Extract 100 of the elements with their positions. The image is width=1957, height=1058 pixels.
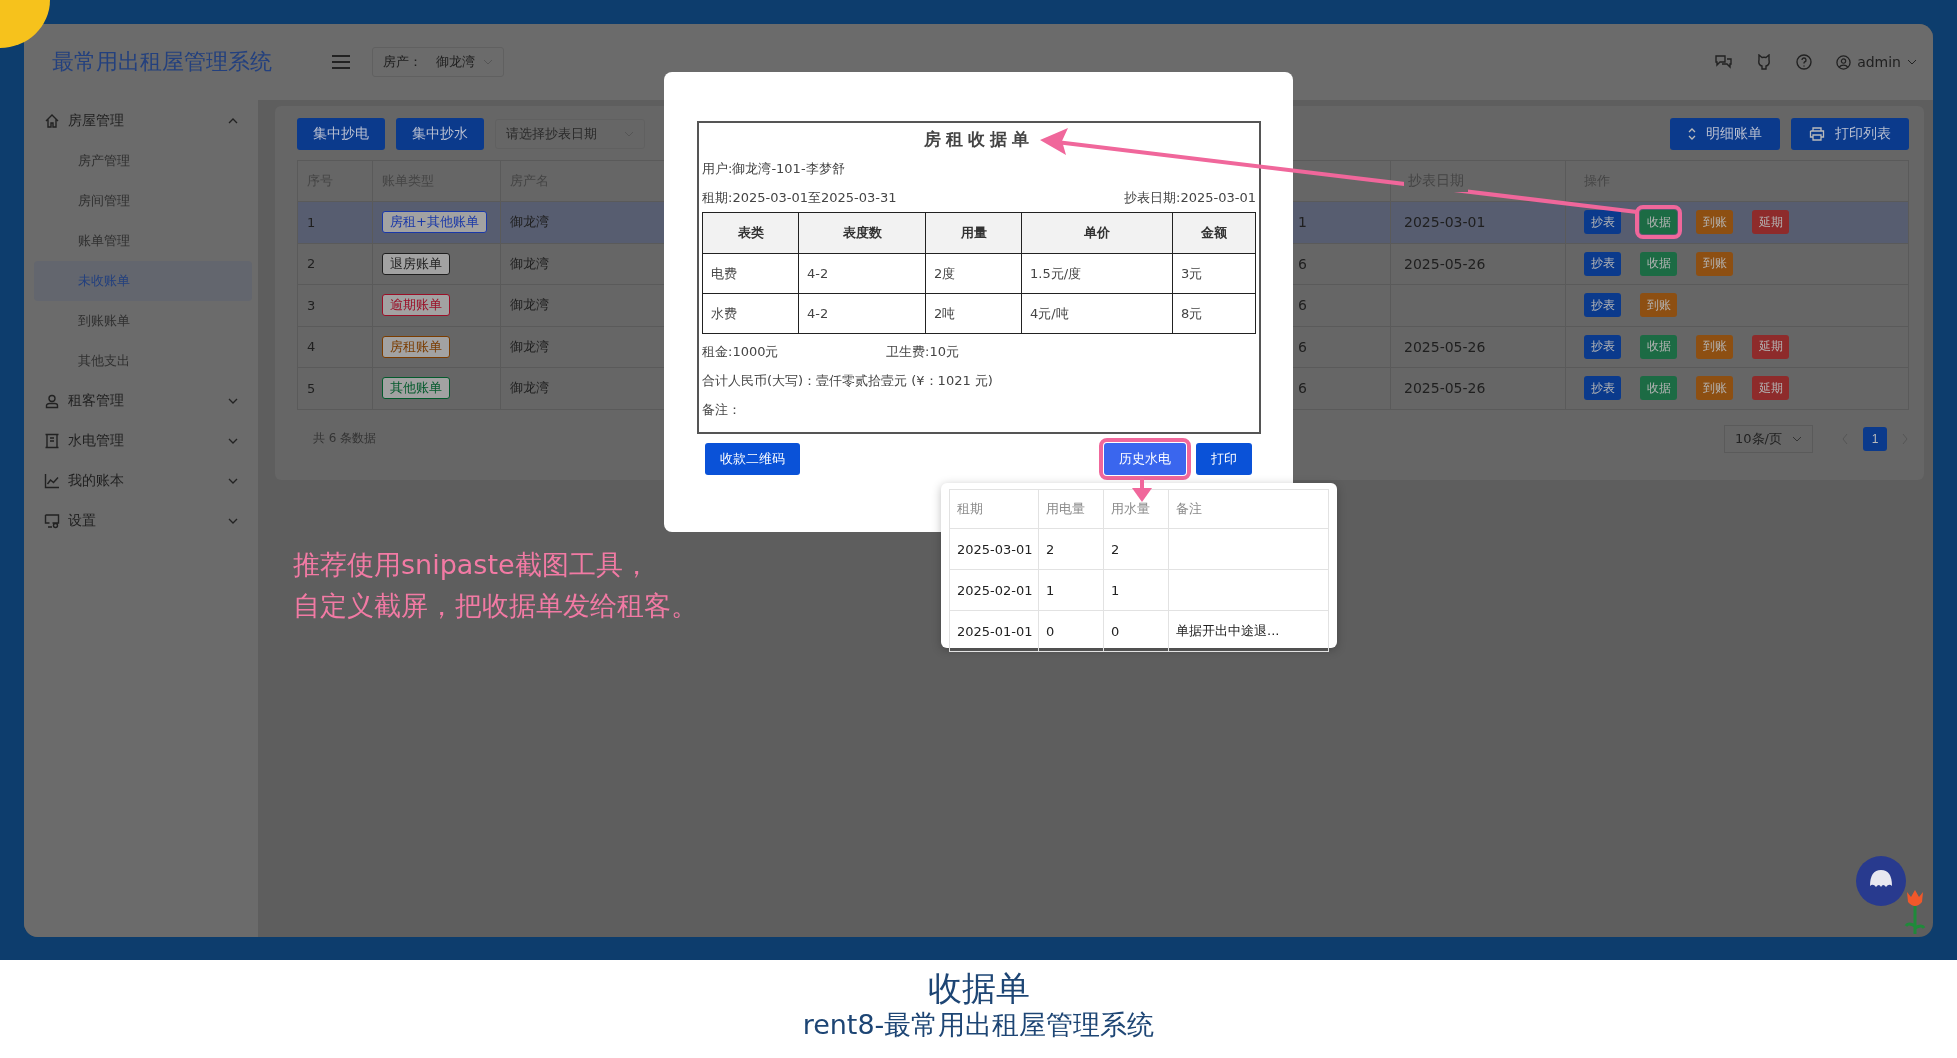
caption-title: 收据单: [927, 968, 1030, 1008]
action-button[interactable]: 到账: [1640, 293, 1677, 318]
table-cell: 2: [1111, 541, 1120, 557]
action-button[interactable]: 抄表: [1584, 210, 1621, 235]
dialog-button[interactable]: 收款二维码: [705, 443, 800, 475]
table-cell: 1.5元/度: [1021, 253, 1173, 294]
chevron-icon: [228, 438, 238, 444]
chevron-icon: [228, 398, 238, 404]
sidebar-item[interactable]: 设置: [24, 501, 258, 541]
toolbar-button[interactable]: 集中抄电: [297, 118, 385, 150]
printer-icon: [1809, 127, 1825, 141]
table-cell: 3元: [1172, 253, 1256, 294]
cat-head-icon[interactable]: [1756, 54, 1773, 70]
column-header: 租期: [949, 489, 1039, 529]
table-cell: 水费: [702, 293, 799, 334]
annotation-arrow: [1132, 478, 1152, 502]
property-select[interactable]: 房产： 御龙湾: [372, 47, 504, 77]
receipt-user: 用户:御龙湾-101-李梦舒: [702, 159, 845, 178]
table-cell: 6: [1298, 297, 1307, 314]
bill-type-tag: 房租+其他账单: [382, 211, 487, 234]
column-header: 备注: [1168, 489, 1329, 529]
table-cell: 5: [307, 380, 316, 396]
table-cell: 2度: [925, 253, 1022, 294]
action-button[interactable]: 抄表: [1584, 334, 1621, 359]
toolbar-button[interactable]: 打印列表: [1791, 118, 1909, 150]
action-button[interactable]: 抄表: [1584, 376, 1621, 401]
chat-icon[interactable]: [1714, 54, 1733, 70]
sidebar-item[interactable]: 房屋管理: [24, 101, 258, 141]
table-cell: 御龙湾: [510, 254, 549, 273]
table-cell: 6: [1298, 255, 1307, 272]
action-button[interactable]: 抄表: [1584, 293, 1621, 318]
page-button[interactable]: 1: [1863, 426, 1887, 451]
table-cell: 御龙湾: [510, 337, 549, 356]
table-cell: 2025-03-01: [1404, 214, 1486, 231]
column-header: 表度数: [798, 212, 926, 254]
table-cell: 2025-05-26: [1404, 255, 1486, 272]
action-button[interactable]: 到账: [1696, 210, 1733, 235]
table-cell: 御龙湾: [510, 213, 549, 232]
toolbar-button[interactable]: 明细账单: [1670, 118, 1780, 150]
sidebar-item[interactable]: 水电管理: [24, 421, 258, 461]
table-cell: 2025-01-01: [957, 623, 1033, 639]
help-icon[interactable]: [1796, 54, 1813, 70]
action-button[interactable]: 延期: [1752, 334, 1789, 359]
table-cell: 6: [1298, 380, 1307, 397]
action-button[interactable]: 抄表: [1584, 251, 1621, 276]
table-cell: 4: [307, 339, 316, 355]
column-header: 用电量: [1038, 489, 1104, 529]
dialog-button[interactable]: 打印: [1196, 443, 1252, 475]
house-icon: [44, 113, 60, 129]
action-button[interactable]: 收据: [1640, 334, 1677, 359]
bill-type-tag: 房租账单: [382, 335, 450, 358]
action-button[interactable]: 收据: [1640, 251, 1677, 276]
table-cell: 御龙湾: [510, 379, 549, 398]
table-cell: 6: [1298, 338, 1307, 355]
table-cell: 单据开出中途退...: [1176, 623, 1280, 638]
bill-type-tag: 退房账单: [382, 252, 450, 275]
sort-icon: [1688, 128, 1696, 140]
table-cell: 2025-03-01: [957, 541, 1033, 557]
caret-icon: [1907, 59, 1917, 65]
toolbar-button[interactable]: 集中抄水: [396, 118, 484, 150]
table-cell: 御龙湾: [510, 296, 549, 315]
table-cell: 0: [1111, 623, 1120, 639]
column-header: 用量: [925, 212, 1022, 254]
table-cell: 4元/吨: [1021, 293, 1173, 334]
receipt-remark: 备注：: [702, 400, 741, 419]
column-header: 单价: [1021, 212, 1173, 254]
sidebar-subitem[interactable]: 未收账单: [34, 261, 252, 301]
table-cell: 3: [307, 297, 316, 313]
sidebar-subitem[interactable]: 到账账单: [34, 301, 252, 341]
user-icon: [1836, 54, 1852, 70]
receipt-rent: 租金:1000元: [702, 342, 780, 361]
receipt-title: 房租收据单: [923, 128, 1035, 151]
sidebar-item[interactable]: 我的账本: [24, 461, 258, 501]
sidebar-item[interactable]: 租客管理: [24, 381, 258, 421]
table-cell: 2吨: [925, 293, 1022, 334]
chevron-icon: [228, 518, 238, 524]
user-menu[interactable]: admin: [1836, 54, 1917, 70]
action-button[interactable]: 延期: [1752, 376, 1789, 401]
annotation-note: 推荐使用snipaste截图工具， 自定义截屏，把收据单发给租客。: [293, 548, 698, 623]
document-icon: [44, 433, 60, 449]
chart-icon: [44, 473, 60, 489]
table-cell: 电费: [702, 253, 799, 294]
table-cell: 2: [1046, 541, 1055, 557]
action-button[interactable]: 延期: [1752, 210, 1789, 235]
action-button[interactable]: 到账: [1696, 334, 1733, 359]
action-button[interactable]: 到账: [1696, 376, 1733, 401]
app-title: 最常用出租屋管理系统: [52, 48, 273, 76]
column-header: 金额: [1172, 212, 1256, 254]
page-size-select[interactable]: 10条/页: [1724, 424, 1813, 453]
bill-type-tag: 逾期账单: [382, 294, 450, 317]
action-button[interactable]: 收据: [1640, 376, 1677, 401]
receipt-total: 合计人民币(大写)：壹仟零贰拾壹元 (¥：1021 元): [702, 371, 993, 390]
column-header: 表类: [702, 212, 799, 254]
action-button[interactable]: 到账: [1696, 251, 1733, 276]
assistant-icon[interactable]: [1856, 856, 1906, 906]
table-cell: 1: [307, 214, 316, 230]
flower-icon: [1903, 888, 1927, 934]
menu-icon[interactable]: [332, 55, 350, 69]
table-cell: 2025-05-26: [1404, 338, 1486, 355]
table-cell: 8元: [1172, 293, 1256, 334]
